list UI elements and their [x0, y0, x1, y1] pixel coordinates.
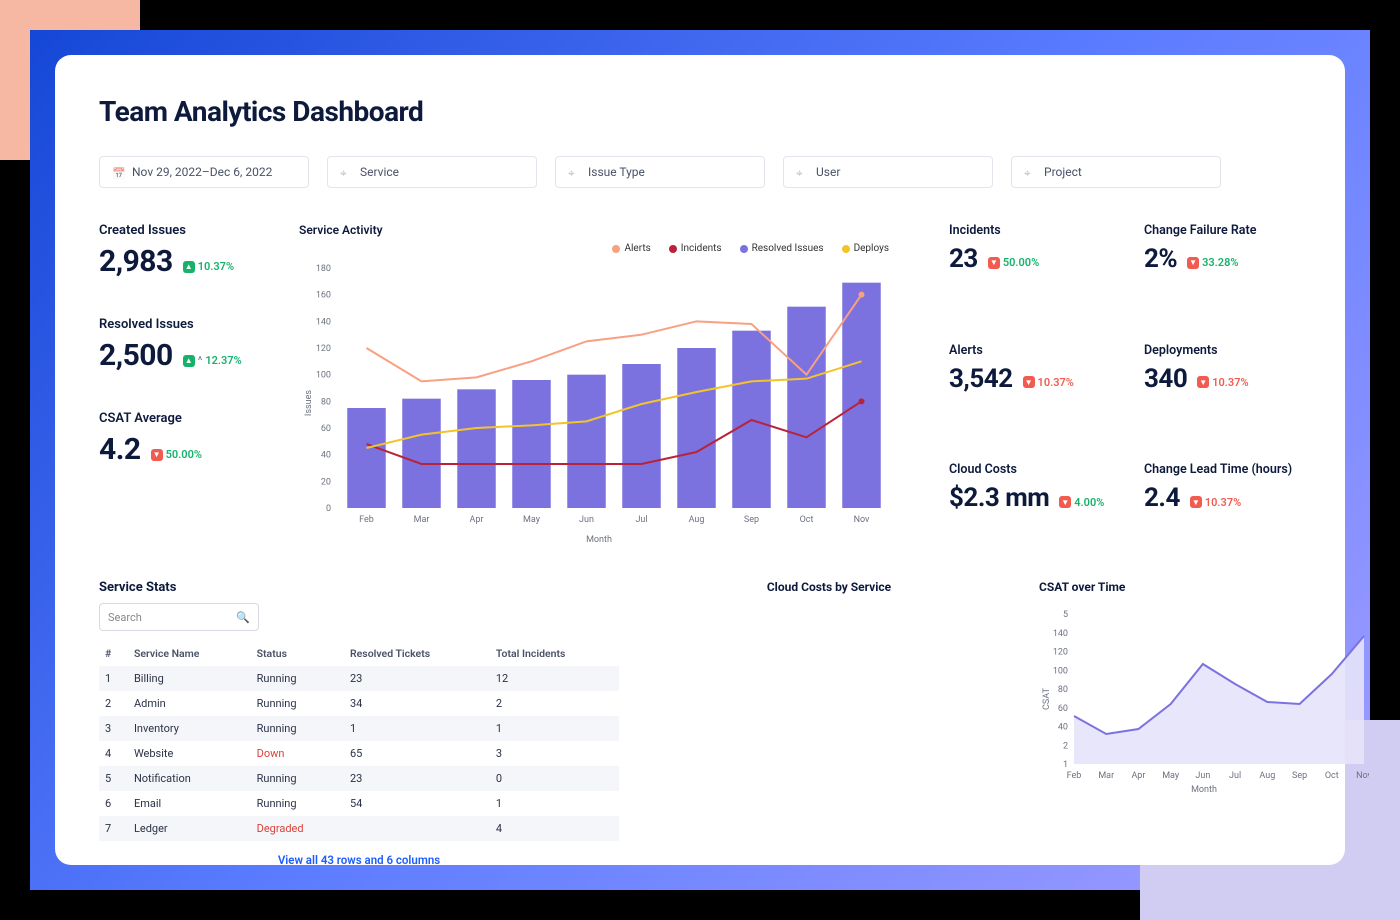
table-row[interactable]: 3InventoryRunning11 [99, 716, 619, 741]
table-row[interactable]: 2AdminRunning342 [99, 691, 619, 716]
svg-text:100: 100 [1053, 666, 1068, 676]
delta-badge: ▼ 50.00% [151, 448, 202, 461]
user-filter[interactable]: User [783, 156, 993, 188]
svg-text:Aug: Aug [1259, 771, 1275, 781]
svg-text:Mar: Mar [414, 515, 430, 525]
table-row[interactable]: 5NotificationRunning230 [99, 766, 619, 791]
arrow-up-icon: ▲ [183, 261, 195, 273]
date-range-value: Nov 29, 2022–Dec 6, 2022 [132, 165, 272, 179]
svg-text:Oct: Oct [1325, 771, 1339, 781]
issue-type-filter[interactable]: Issue Type [555, 156, 765, 188]
table-row[interactable]: 1BillingRunning2312 [99, 666, 619, 691]
kpi-cloud-costs: Cloud Costs $2.3 mm ▼4.00% [949, 462, 1124, 552]
svg-text:Mar: Mar [1098, 771, 1114, 781]
kpi-created-issues: Created Issues 2,983 ▲ 10.37% [99, 223, 289, 279]
project-filter[interactable]: Project [1011, 156, 1221, 188]
kpi-incidents: Incidents 23 ▼50.00% [949, 223, 1124, 313]
cursor-icon [796, 166, 808, 178]
page-title: Team Analytics Dashboard [99, 95, 1301, 128]
kpi-csat-average: CSAT Average 4.2 ▼ 50.00% [99, 411, 289, 467]
arrow-down-icon: ▼ [1187, 257, 1199, 269]
svg-text:Sep: Sep [1292, 771, 1307, 781]
svg-text:Jul: Jul [1229, 771, 1241, 781]
svg-text:80: 80 [321, 397, 331, 407]
svg-text:Jun: Jun [1195, 771, 1210, 781]
arrow-down-icon: ▼ [988, 257, 1000, 269]
kpi-right-grid: Incidents 23 ▼50.00% Change Failure Rate… [919, 223, 1319, 552]
svg-text:120: 120 [316, 344, 331, 354]
view-all-link[interactable]: View all 43 rows and 6 columns [99, 853, 619, 867]
delta-badge: ▲ ^ 12.37% [183, 354, 242, 367]
service-activity-svg: 0 20 40 60 80 100 120 140 160 180 Feb Mar Apr May Jun J… [299, 258, 899, 548]
svg-text:Jul: Jul [635, 515, 647, 525]
arrow-down-icon: ▼ [1059, 496, 1071, 508]
arrow-up-icon: ▲ [183, 355, 195, 367]
kpi-change-lead-time: Change Lead Time (hours) 2.4 ▼10.37% [1144, 462, 1319, 552]
svg-text:Nov: Nov [1356, 771, 1369, 781]
chart-legend: Alerts Incidents Resolved Issues Deploys [299, 243, 909, 254]
svg-text:40: 40 [321, 451, 331, 461]
arrow-down-icon: ▼ [1197, 376, 1209, 388]
kpi-resolved-issues: Resolved Issues 2,500 ▲ ^ 12.37% [99, 317, 289, 373]
svg-text:100: 100 [316, 371, 331, 381]
service-activity-chart: Service Activity Alerts Incidents Resolv… [299, 223, 909, 552]
kpi-change-failure-rate: Change Failure Rate 2% ▼33.28% [1144, 223, 1319, 313]
search-icon: 🔍 [236, 611, 250, 624]
svg-text:40: 40 [1058, 723, 1068, 733]
svg-text:60: 60 [321, 424, 331, 434]
svg-text:Feb: Feb [1067, 771, 1082, 781]
svg-text:CSAT: CSAT [1042, 687, 1052, 710]
svg-text:Apr: Apr [470, 515, 484, 525]
service-stats-table: #Service NameStatusResolved TicketsTotal… [99, 641, 619, 841]
kpi-deployments: Deployments 340 ▼10.37% [1144, 343, 1319, 433]
svg-text:1: 1 [1063, 760, 1068, 770]
svg-text:May: May [523, 515, 541, 525]
svg-text:2: 2 [1063, 741, 1068, 751]
calendar-icon [112, 166, 124, 178]
svg-text:120: 120 [1053, 648, 1068, 658]
svg-text:80: 80 [1058, 685, 1068, 695]
svg-text:Issues: Issues [304, 390, 314, 416]
arrow-down-icon: ▼ [1190, 496, 1202, 508]
service-stats-panel: Service Stats Search 🔍 #Service NameStat… [99, 580, 619, 867]
svg-text:140: 140 [316, 317, 331, 327]
svg-text:20: 20 [321, 477, 331, 487]
table-row[interactable]: 6EmailRunning541 [99, 791, 619, 816]
svg-text:0: 0 [326, 504, 331, 514]
table-row[interactable]: 4WebsiteDown653 [99, 741, 619, 766]
kpi-alerts: Alerts 3,542 ▼10.37% [949, 343, 1124, 433]
svg-text:160: 160 [316, 291, 331, 301]
svg-text:5: 5 [1063, 610, 1068, 620]
svg-text:Feb: Feb [359, 515, 374, 525]
svg-text:180: 180 [316, 264, 331, 274]
cursor-icon [340, 166, 352, 178]
date-range-picker[interactable]: Nov 29, 2022–Dec 6, 2022 [99, 156, 309, 188]
svg-text:140: 140 [1053, 629, 1068, 639]
dashboard-card: Team Analytics Dashboard Nov 29, 2022–De… [55, 55, 1345, 865]
csat-chart-svg: 1 2 40 60 80 100 120 140 5 Feb Mar Apr May Jun Jul Aug S… [1039, 604, 1369, 794]
svg-text:Sep: Sep [744, 515, 759, 525]
delta-badge: ▲ 10.37% [183, 260, 234, 273]
service-stats-search[interactable]: Search 🔍 [99, 603, 259, 631]
svg-text:Oct: Oct [800, 515, 814, 525]
table-row[interactable]: 7LedgerDegraded4 [99, 816, 619, 841]
filter-bar: Nov 29, 2022–Dec 6, 2022 Service Issue T… [99, 156, 1301, 188]
svg-text:60: 60 [1058, 704, 1068, 714]
service-filter[interactable]: Service [327, 156, 537, 188]
kpi-left-column: Created Issues 2,983 ▲ 10.37% Resolved I… [99, 223, 289, 552]
svg-text:Month: Month [1191, 785, 1217, 794]
svg-text:Nov: Nov [854, 515, 870, 525]
svg-text:Apr: Apr [1131, 771, 1145, 781]
cursor-icon [568, 166, 580, 178]
svg-text:Month: Month [586, 535, 612, 545]
arrow-down-icon: ▼ [1023, 376, 1035, 388]
svg-text:Aug: Aug [689, 515, 705, 525]
csat-over-time-panel: CSAT over Time 124060801001201405FebMarA… [1039, 580, 1369, 867]
svg-text:Jun: Jun [579, 515, 594, 525]
svg-text:May: May [1162, 771, 1180, 781]
cloud-costs-panel: Cloud Costs by Service [639, 580, 1019, 867]
caret-up-icon: ^ [198, 354, 203, 367]
arrow-down-icon: ▼ [151, 449, 163, 461]
cursor-icon [1024, 166, 1036, 178]
